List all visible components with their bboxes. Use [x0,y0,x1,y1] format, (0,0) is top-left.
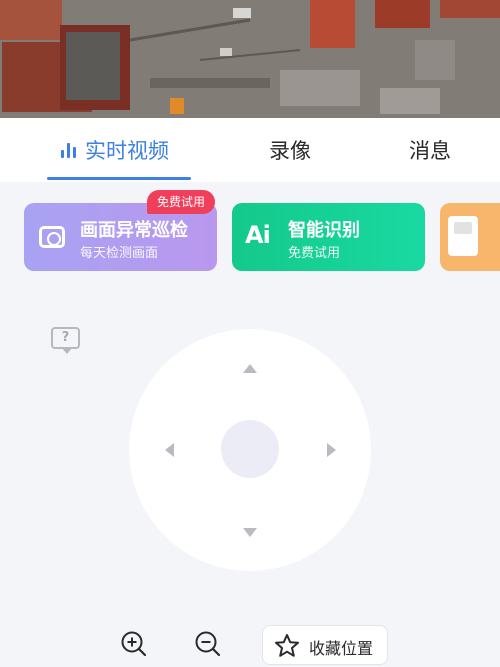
ai-icon: Ai [245,221,271,249]
ptz-direction-pad [129,329,371,571]
tab-messages-label: 消息 [409,139,451,163]
camera-patrol-icon [39,226,65,248]
star-icon [275,634,299,657]
device-robot-icon [448,216,478,256]
favorite-position-button[interactable]: 收藏位置 [262,625,388,665]
patrol-card-subtitle: 每天检测画面 [80,246,159,261]
pan-right-arrow-icon[interactable] [327,443,336,457]
ptz-center-button[interactable] [221,420,279,478]
tab-bar: 实时视频 录像 消息 [0,118,500,182]
tab-messages[interactable]: 消息 [385,118,475,182]
device-card[interactable] [440,203,500,271]
favorite-position-label: 收藏位置 [309,639,374,658]
live-video-feed[interactable] [0,0,500,118]
pan-left-arrow-icon[interactable] [165,443,174,457]
pan-down-arrow-icon[interactable] [243,528,257,537]
tab-live-video[interactable]: 实时视频 [40,118,190,182]
pan-up-arrow-icon[interactable] [243,364,257,373]
ai-card-title: 智能识别 [288,220,360,241]
tab-live-video-label: 实时视频 [85,139,169,163]
ai-recognition-card[interactable]: Ai 智能识别 免费试用 [232,203,425,271]
tab-recordings[interactable]: 录像 [230,118,350,182]
free-trial-badge: 免费试用 [147,190,216,214]
ai-card-subtitle: 免费试用 [288,246,341,261]
zoom-out-icon[interactable] [194,630,222,658]
tab-recordings-label: 录像 [269,139,311,163]
zoom-in-icon[interactable] [120,630,148,658]
help-icon[interactable]: ? [51,327,80,354]
patrol-card-title: 画面异常巡检 [80,220,188,241]
active-tab-indicator [47,177,191,180]
chart-bars-icon [61,142,76,158]
construction-site-image [0,0,500,118]
